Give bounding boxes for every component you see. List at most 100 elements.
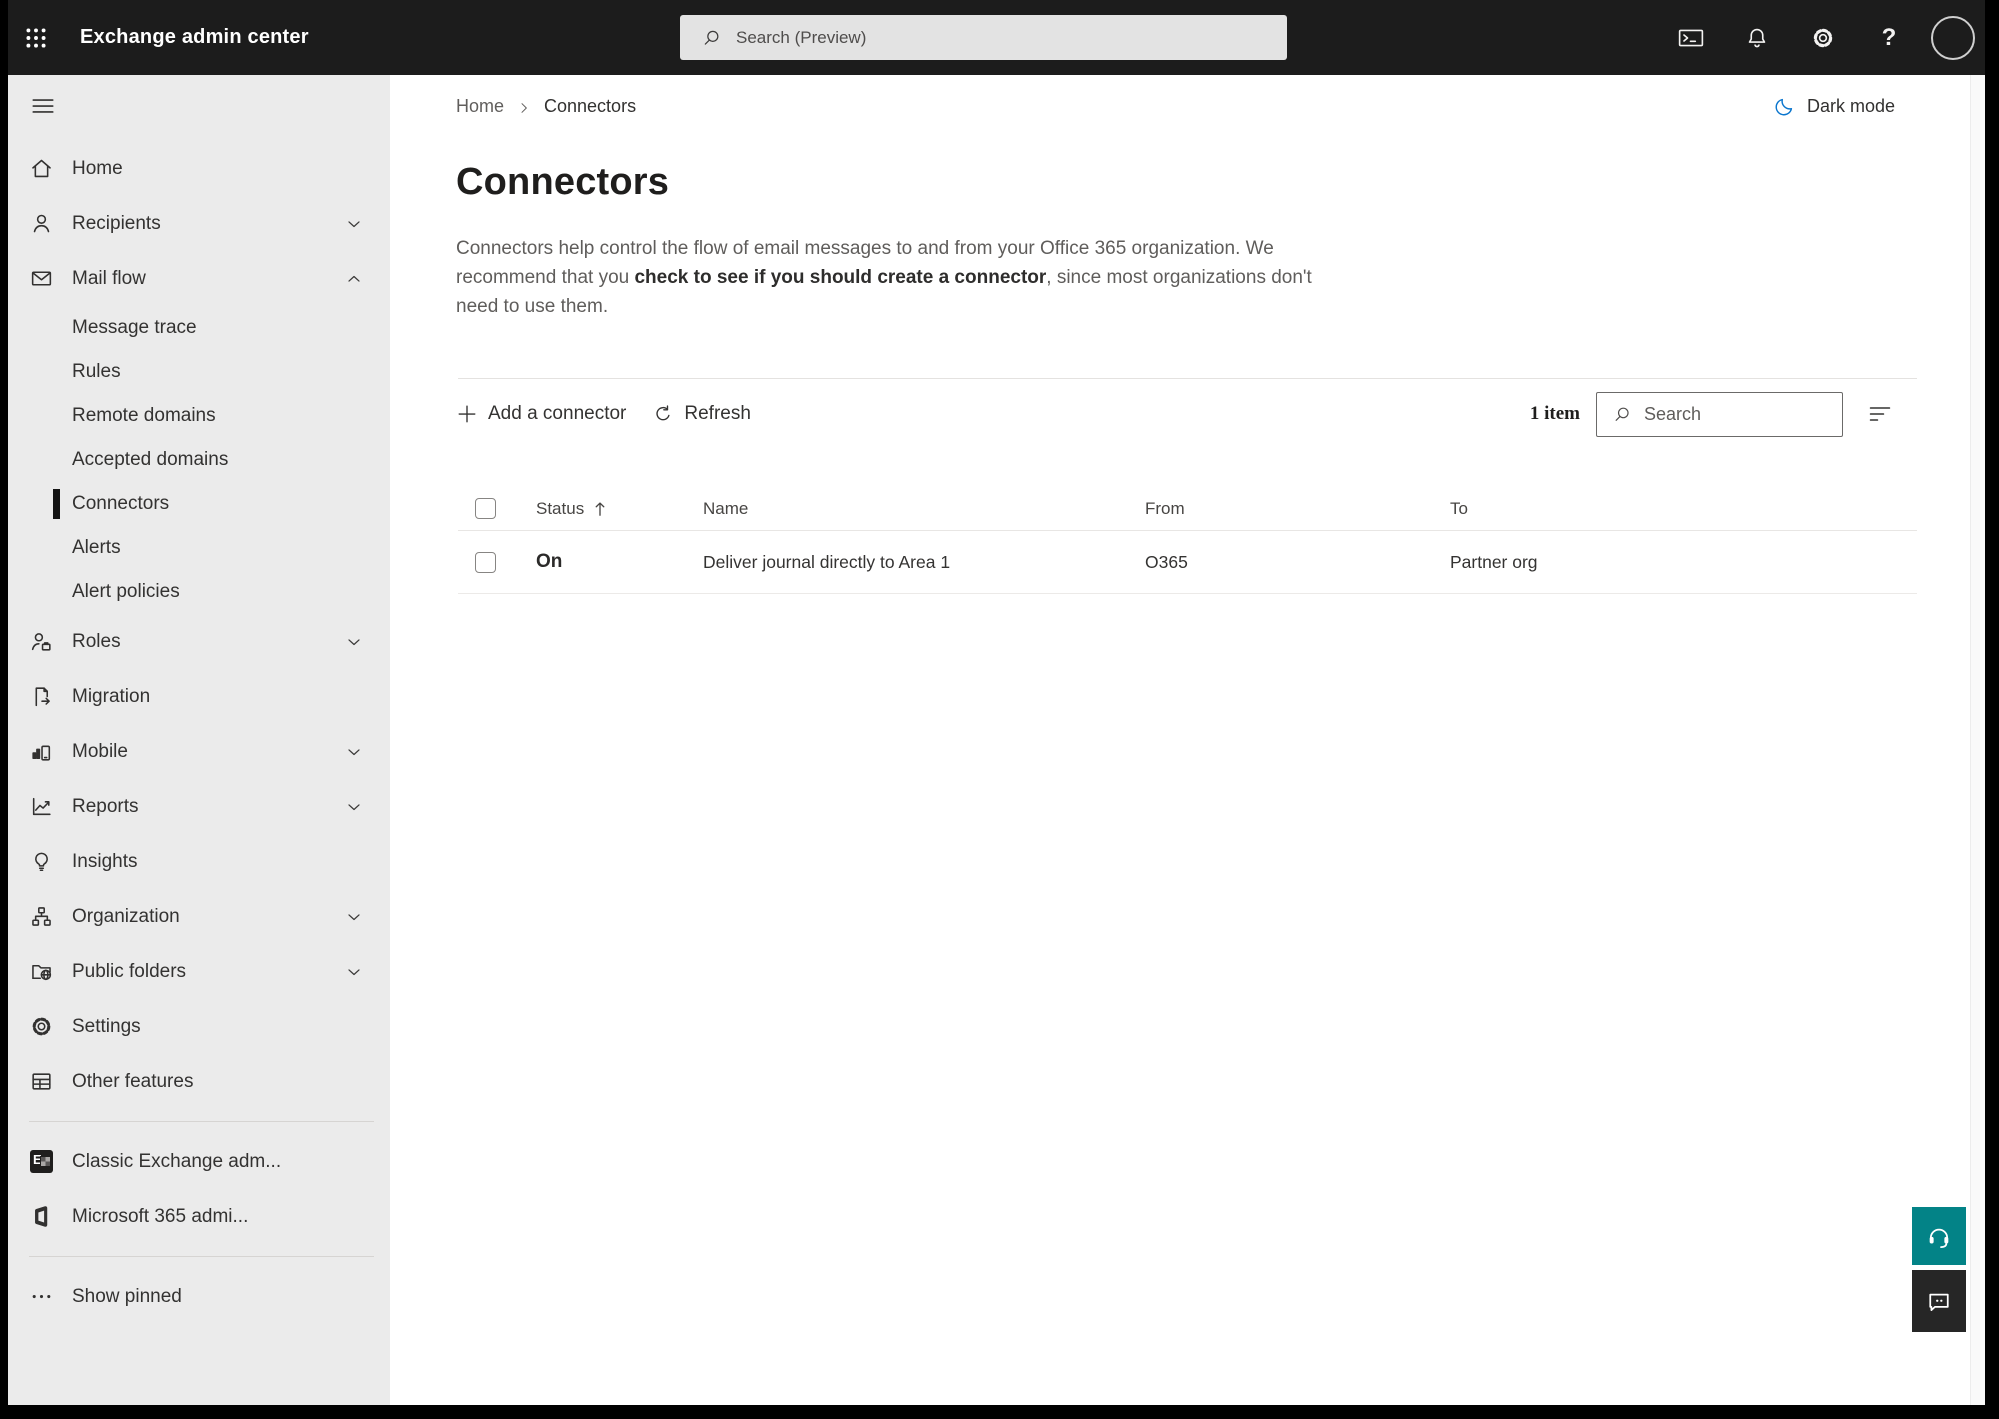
sidebar-item-label: Organization: [72, 905, 180, 927]
main-content: Home Connectors Dark mode Connectors Con…: [390, 75, 1985, 1405]
sidebar-item-label: Recipients: [72, 212, 161, 234]
chevron-right-icon: [516, 100, 532, 116]
from-cell: O365: [1139, 552, 1444, 573]
sidebar-item-remote-domains[interactable]: Remote domains: [8, 394, 390, 438]
collapse-nav-button[interactable]: [30, 93, 56, 119]
feedback-button[interactable]: [1912, 1270, 1966, 1332]
list-search-input[interactable]: [1644, 403, 1824, 425]
sidebar-item-label: Settings: [72, 1015, 141, 1037]
sidebar-item-label: Mail flow: [72, 267, 146, 289]
refresh-button[interactable]: Refresh: [652, 403, 751, 425]
sidebar-divider: [29, 1121, 374, 1122]
sidebar-item-classic-exchange-adm[interactable]: E Classic Exchange adm...: [8, 1134, 390, 1189]
sidebar-item-label: Microsoft 365 admi...: [72, 1205, 249, 1227]
sidebar-item-home[interactable]: Home: [8, 141, 390, 196]
sidebar-item-roles[interactable]: Roles: [8, 614, 390, 669]
notifications-button[interactable]: [1737, 14, 1777, 62]
sidebar-item-label: Mobile: [72, 740, 128, 762]
refresh-label: Refresh: [684, 403, 751, 424]
exchange-logo-icon: E: [29, 1149, 54, 1174]
sidebar-item-label: Migration: [72, 685, 151, 707]
name-cell: Deliver journal directly to Area 1: [697, 552, 1139, 573]
add-connector-button[interactable]: Add a connector: [456, 403, 626, 425]
sidebar-item-label: Show pinned: [72, 1285, 182, 1307]
sidebar-item-other-features[interactable]: Other features: [8, 1054, 390, 1109]
status-cell-value: On: [536, 551, 563, 572]
description-link[interactable]: check to see if you should create a conn…: [634, 267, 1046, 288]
breadcrumb-current: Connectors: [544, 96, 637, 116]
bell-icon: [1744, 25, 1770, 51]
roles-icon: [29, 629, 54, 654]
sidebar-divider: [29, 1256, 374, 1257]
status-cell: On: [530, 551, 697, 573]
from-cell-value: O365: [1145, 551, 1188, 572]
refresh-icon: [652, 403, 674, 425]
app-launcher-button[interactable]: [8, 0, 64, 75]
status-header-label: Status: [536, 498, 585, 518]
floating-buttons: [1912, 1207, 1966, 1332]
global-search-input[interactable]: [736, 27, 1236, 48]
support-button[interactable]: [1912, 1207, 1966, 1265]
column-header-status[interactable]: Status: [530, 499, 697, 519]
column-header-from[interactable]: From: [1139, 499, 1444, 519]
sidebar-item-rules[interactable]: Rules: [8, 350, 390, 394]
topbar: Exchange admin center ?: [8, 0, 1985, 75]
sidebar-item-settings[interactable]: Settings: [8, 999, 390, 1054]
sort-ascending-icon: [593, 501, 607, 517]
select-all-checkbox[interactable]: [475, 498, 496, 519]
sidebar-item-connectors[interactable]: Connectors: [8, 482, 390, 526]
global-search-box[interactable]: [680, 15, 1287, 60]
sidebar-item-public-folders[interactable]: Public folders: [8, 944, 390, 999]
row-checkbox[interactable]: [475, 551, 496, 573]
sidebar-item-message-trace[interactable]: Message trace: [8, 306, 390, 350]
breadcrumb-home-link[interactable]: Home: [456, 96, 504, 117]
help-button[interactable]: ?: [1869, 14, 1909, 62]
column-header-to[interactable]: To: [1444, 499, 1917, 519]
chevron-down-icon: [344, 742, 364, 762]
page-description: Connectors help control the flow of emai…: [456, 234, 1316, 321]
help-icon: ?: [1881, 23, 1897, 51]
dark-mode-toggle[interactable]: Dark mode: [1773, 95, 1895, 118]
sidebar-item-mail-flow[interactable]: Mail flow: [8, 251, 390, 306]
filter-button[interactable]: [1865, 399, 1895, 429]
sidebar-item-microsoft-365-admi[interactable]: Microsoft 365 admi...: [8, 1189, 390, 1244]
column-header-name[interactable]: Name: [697, 499, 1139, 519]
table-header-row: Status Name From To: [458, 487, 1917, 531]
connectors-table: Status Name From To On Deliver journal di…: [458, 487, 1917, 594]
sidebar-item-show-pinned[interactable]: Show pinned: [8, 1269, 390, 1324]
sidebar-item-label: Rules: [72, 361, 121, 382]
chevron-down-icon: [344, 632, 364, 652]
sidebar-item-label: Alert policies: [72, 581, 180, 602]
insights-icon: [29, 849, 54, 874]
sidebar-item-recipients[interactable]: Recipients: [8, 196, 390, 251]
sidebar-item-reports[interactable]: Reports: [8, 779, 390, 834]
account-avatar[interactable]: [1931, 15, 1975, 60]
list-search-box[interactable]: [1596, 391, 1843, 437]
filter-icon: [1868, 404, 1892, 424]
sidebar-item-insights[interactable]: Insights: [8, 834, 390, 889]
sidebar-item-alerts[interactable]: Alerts: [8, 526, 390, 570]
sidebar-item-accepted-domains[interactable]: Accepted domains: [8, 438, 390, 482]
chevron-up-icon: [344, 269, 364, 289]
m365-logo-icon: [29, 1204, 54, 1229]
sidebar-item-migration[interactable]: Migration: [8, 669, 390, 724]
person-icon: [29, 211, 54, 236]
vertical-scrollbar[interactable]: [1970, 75, 1985, 1405]
sidebar-item-alert-policies[interactable]: Alert policies: [8, 570, 390, 614]
powershell-button[interactable]: [1671, 14, 1711, 62]
sidebar-item-label: Insights: [72, 850, 138, 872]
other-features-icon: [29, 1069, 54, 1094]
table-row[interactable]: On Deliver journal directly to Area 1 O365…: [458, 531, 1917, 594]
sidebar-item-label: Remote domains: [72, 405, 216, 426]
chevron-down-icon: [344, 907, 364, 927]
sidebar-item-label: Alerts: [72, 537, 121, 558]
settings-button[interactable]: [1803, 14, 1843, 62]
toolbar-right: 1 item: [1530, 391, 1895, 437]
name-cell-value: Deliver journal directly to Area 1: [703, 551, 951, 572]
sidebar-item-label: Connectors: [72, 493, 170, 514]
sidebar-item-mobile[interactable]: Mobile: [8, 724, 390, 779]
add-connector-label: Add a connector: [488, 403, 627, 424]
sidebar-item-organization[interactable]: Organization: [8, 889, 390, 944]
toolbar-divider: [458, 378, 1917, 379]
breadcrumb: Home Connectors: [456, 96, 1985, 117]
